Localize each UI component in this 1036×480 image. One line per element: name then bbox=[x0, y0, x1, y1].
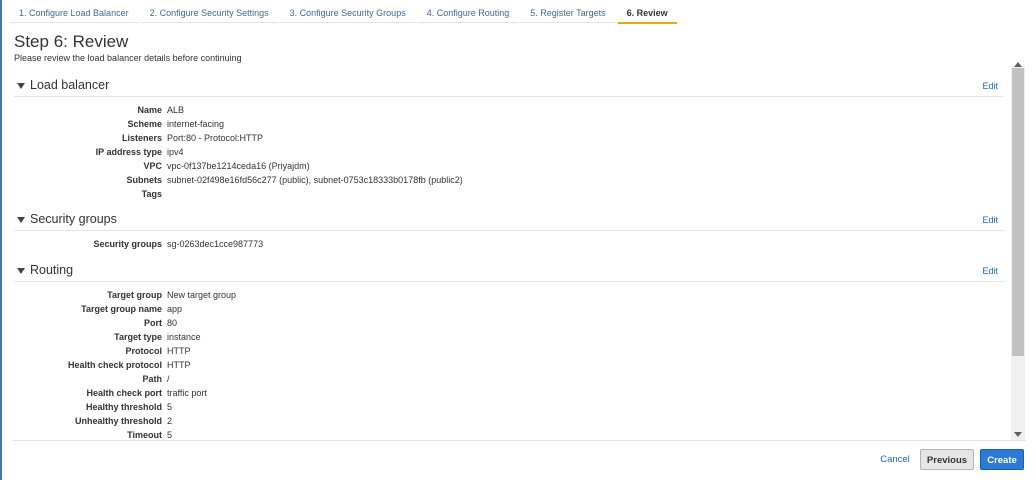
page-subtitle: Please review the load balancer details … bbox=[14, 53, 242, 63]
detail-row: Timeout 5 bbox=[14, 428, 1004, 440]
caret-down-icon[interactable] bbox=[17, 268, 25, 274]
detail-row: Target group New target group bbox=[14, 288, 1004, 302]
detail-label: Security groups bbox=[93, 239, 162, 249]
detail-value: app bbox=[167, 304, 183, 314]
detail-label: Target group bbox=[107, 290, 162, 300]
detail-row: Protocol HTTP bbox=[14, 344, 1004, 358]
detail-label: Timeout bbox=[127, 430, 162, 440]
vertical-scrollbar[interactable] bbox=[1011, 62, 1025, 440]
detail-label: Unhealthy threshold bbox=[74, 416, 162, 426]
scrollbar-thumb[interactable] bbox=[1012, 68, 1024, 356]
detail-label: Listeners bbox=[121, 133, 162, 143]
detail-row: Target group name app bbox=[14, 302, 1004, 316]
detail-row: Path / bbox=[14, 372, 1004, 386]
scroll-up-arrow-icon[interactable] bbox=[1014, 62, 1022, 67]
detail-label: IP address type bbox=[95, 147, 162, 157]
footer-divider bbox=[12, 440, 1026, 441]
previous-button[interactable]: Previous bbox=[920, 449, 974, 470]
detail-value: New target group bbox=[167, 290, 237, 300]
detail-row: IP address type ipv4 bbox=[14, 145, 1004, 159]
section-header[interactable]: Routing Edit bbox=[14, 261, 1004, 282]
edit-routing-link[interactable]: Edit bbox=[982, 266, 998, 276]
tab-configure-security-settings[interactable]: 2. Configure Security Settings bbox=[140, 4, 278, 23]
section-security-groups: Security groups Edit Security groups sg-0… bbox=[14, 210, 1004, 251]
section-title: Routing bbox=[30, 263, 74, 277]
detail-value: traffic port bbox=[167, 388, 207, 398]
detail-row: Security groups sg-0263dec1cce987773 bbox=[14, 237, 1004, 251]
detail-label: Target type bbox=[114, 332, 162, 342]
detail-label: Subnets bbox=[126, 175, 162, 185]
tab-configure-load-balancer[interactable]: 1. Configure Load Balancer bbox=[10, 4, 138, 23]
scroll-down-arrow-icon[interactable] bbox=[1014, 432, 1022, 437]
review-scroll-area: Load balancer Edit Name ALB Scheme interne… bbox=[0, 70, 1026, 440]
page-title: Step 6: Review bbox=[14, 32, 129, 51]
detail-label: VPC bbox=[143, 161, 162, 171]
section-header[interactable]: Security groups Edit bbox=[14, 210, 1004, 231]
detail-value: instance bbox=[167, 332, 201, 342]
section-routing: Routing Edit Target group New target grou… bbox=[14, 261, 1004, 440]
detail-value: vpc-0f137be1214ceda16 (Priyajdm) bbox=[167, 161, 310, 171]
detail-value: 2 bbox=[167, 416, 173, 426]
detail-row: Scheme internet-facing bbox=[14, 117, 1004, 131]
caret-down-icon[interactable] bbox=[17, 83, 25, 89]
detail-row: VPC vpc-0f137be1214ceda16 (Priyajdm) bbox=[14, 159, 1004, 173]
detail-label: Path bbox=[142, 374, 162, 384]
tab-configure-security-groups[interactable]: 3. Configure Security Groups bbox=[280, 4, 415, 23]
detail-label: Health check port bbox=[86, 388, 162, 398]
wizard-steps: 1. Configure Load Balancer 2. Configure … bbox=[10, 4, 680, 26]
section-title: Load balancer bbox=[30, 78, 110, 92]
detail-row: Listeners Port:80 - Protocol:HTTP bbox=[14, 131, 1004, 145]
detail-value: 5 bbox=[167, 430, 173, 440]
detail-value: / bbox=[167, 374, 170, 384]
create-button[interactable]: Create bbox=[980, 449, 1024, 470]
detail-value: sg-0263dec1cce987773 bbox=[167, 239, 264, 249]
section-title: Security groups bbox=[30, 212, 117, 226]
detail-row: Tags bbox=[14, 187, 1004, 201]
detail-row: Subnets subnet-02f498e16fd56c277 (public)… bbox=[14, 173, 1004, 187]
tab-review[interactable]: 6. Review bbox=[617, 4, 677, 24]
tab-configure-routing[interactable]: 4. Configure Routing bbox=[417, 4, 519, 23]
detail-label: Name bbox=[137, 105, 162, 115]
detail-label: Health check protocol bbox=[67, 360, 162, 370]
detail-label: Tags bbox=[141, 189, 162, 199]
detail-row: Unhealthy threshold 2 bbox=[14, 414, 1004, 428]
edit-load-balancer-link[interactable]: Edit bbox=[982, 81, 998, 91]
section-header[interactable]: Load balancer Edit bbox=[14, 76, 1004, 97]
edit-security-groups-link[interactable]: Edit bbox=[982, 215, 998, 225]
detail-value: subnet-02f498e16fd56c277 (public), subne… bbox=[167, 175, 463, 185]
detail-label: Protocol bbox=[125, 346, 162, 356]
detail-value: ALB bbox=[167, 105, 185, 115]
cancel-button[interactable]: Cancel bbox=[874, 449, 916, 470]
tab-register-targets[interactable]: 5. Register Targets bbox=[521, 4, 615, 23]
detail-label: Scheme bbox=[127, 119, 162, 129]
detail-row: Health check protocol HTTP bbox=[14, 358, 1004, 372]
detail-value: HTTP bbox=[167, 346, 191, 356]
caret-down-icon[interactable] bbox=[17, 217, 25, 223]
detail-value: Port:80 - Protocol:HTTP bbox=[167, 133, 264, 143]
detail-label: Healthy threshold bbox=[85, 402, 162, 412]
detail-label: Target group name bbox=[81, 304, 162, 314]
detail-label: Port bbox=[144, 318, 162, 328]
detail-value: 5 bbox=[167, 402, 173, 412]
detail-row: Health check port traffic port bbox=[14, 386, 1004, 400]
detail-row: Healthy threshold 5 bbox=[14, 400, 1004, 414]
detail-row: Target type instance bbox=[14, 330, 1004, 344]
detail-value: 80 bbox=[167, 318, 178, 328]
section-load-balancer: Load balancer Edit Name ALB Scheme interne… bbox=[14, 76, 1004, 201]
detail-row: Name ALB bbox=[14, 103, 1004, 117]
detail-row: Port 80 bbox=[14, 316, 1004, 330]
detail-value: internet-facing bbox=[167, 119, 225, 129]
detail-value: ipv4 bbox=[167, 147, 184, 157]
detail-value: HTTP bbox=[167, 360, 191, 370]
